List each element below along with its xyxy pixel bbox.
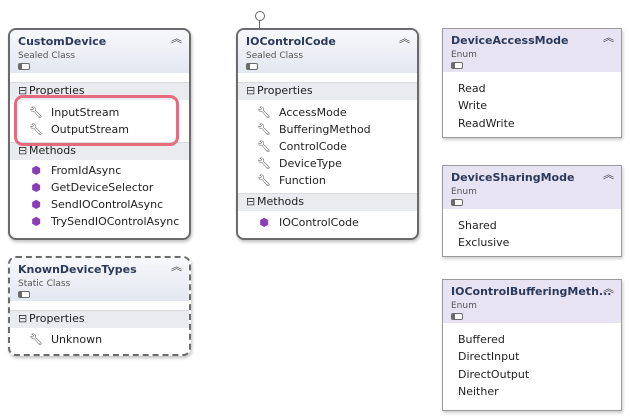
property-item[interactable]: 🔧︎ ControlCode [257,140,347,153]
property-item[interactable]: 🔧︎ Function [257,174,326,187]
enum-header[interactable]: IOControlBufferingMeth... Enum ︽ [443,280,621,323]
class-name: CustomDevice [18,35,107,48]
enum-header[interactable]: DeviceSharingMode Enum ︽ [443,166,621,209]
minus-box-icon[interactable]: ⊟ [246,84,255,97]
minus-box-icon[interactable]: ⊟ [246,195,255,208]
collapse-icon[interactable]: ︽ [171,33,182,45]
minus-box-icon[interactable]: ⊟ [18,312,27,325]
cube-icon: ⬢ [31,181,41,194]
property-item[interactable]: 🔧︎ DeviceType [257,157,342,170]
wrench-icon: 🔧︎ [257,157,271,170]
class-header[interactable]: IOControlCode Sealed Class ︽ [238,30,417,73]
collapse-icon[interactable]: ︽ [399,33,410,45]
method-item[interactable]: ⬢ TrySendIOControlAsync [29,215,179,228]
class-box-knowndevicetypes[interactable]: KnownDeviceTypes Static Class ︽ ⊟ Proper… [8,256,191,356]
wrench-icon: 🔧︎ [257,140,271,153]
interface-lollipop-icon [255,11,265,21]
enum-kind: Enum [451,50,477,60]
property-item[interactable]: 🔧︎ BufferingMethod [257,123,371,136]
section-properties[interactable]: ⊟ Properties [10,310,189,328]
enum-value[interactable]: Exclusive [458,236,509,249]
cube-icon: ⬢ [31,198,41,211]
class-box-iocontrolcode[interactable]: IOControlCode Sealed Class ︽ ⊟ Propertie… [236,28,419,240]
enum-value[interactable]: Write [458,99,487,112]
collapse-icon[interactable]: ︽ [603,283,614,295]
collapse-icon[interactable]: ︽ [171,261,182,273]
class-name: KnownDeviceTypes [18,263,137,276]
method-item[interactable]: ⬢ GetDeviceSelector [29,181,153,194]
enum-value[interactable]: ReadWrite [458,117,515,130]
method-item[interactable]: ⬢ SendIOControlAsync [29,198,163,211]
wrench-icon: 🔧︎ [257,106,271,119]
class-name: IOControlCode [246,35,336,48]
class-shape-icon [18,291,30,298]
enum-box-devicesharingmode[interactable]: DeviceSharingMode Enum ︽ Shared Exclusiv… [442,165,622,257]
enum-kind: Enum [451,301,477,311]
cube-icon: ⬢ [259,216,269,229]
cube-icon: ⬢ [31,215,41,228]
enum-value[interactable]: DirectOutput [458,368,529,381]
class-kind: Static Class [18,279,71,289]
enum-box-deviceaccessmode[interactable]: DeviceAccessMode Enum ︽ Read Write ReadW… [442,28,622,138]
enum-value[interactable]: Shared [458,219,497,232]
property-item[interactable]: 🔧︎ AccessMode [257,106,347,119]
collapse-icon[interactable]: ︽ [603,169,614,181]
collapse-icon[interactable]: ︽ [603,32,614,44]
class-header[interactable]: CustomDevice Sealed Class ︽ [10,30,189,73]
wrench-icon: 🔧︎ [257,123,271,136]
enum-box-iocontrolbufferingmethod[interactable]: IOControlBufferingMeth... Enum ︽ Buffere… [442,279,622,411]
class-header[interactable]: KnownDeviceTypes Static Class ︽ [10,258,189,301]
section-properties[interactable]: ⊟ Properties [238,82,417,100]
enum-header[interactable]: DeviceAccessMode Enum ︽ [443,29,621,72]
wrench-icon: 🔧︎ [257,174,271,187]
property-item[interactable]: 🔧︎ Unknown [29,333,102,346]
enum-value[interactable]: DirectInput [458,350,519,363]
enum-shape-icon [451,62,463,69]
section-label: Properties [29,312,85,325]
enum-value[interactable]: Read [458,82,486,95]
section-label: Methods [257,195,304,208]
class-shape-icon [18,63,30,70]
enum-name: DeviceAccessMode [451,34,569,47]
class-kind: Sealed Class [18,51,76,61]
class-kind: Sealed Class [246,51,304,61]
cube-icon: ⬢ [31,164,41,177]
enum-value[interactable]: Buffered [458,333,505,346]
class-shape-icon [246,63,258,70]
enum-value[interactable]: Neither [458,385,499,398]
method-item[interactable]: ⬢ IOControlCode [257,216,359,229]
section-methods[interactable]: ⊟ Methods [238,193,417,211]
enum-shape-icon [451,199,463,206]
highlight-annotation [14,95,179,146]
enum-name: IOControlBufferingMeth... [451,285,612,298]
enum-shape-icon [451,313,463,320]
enum-kind: Enum [451,187,477,197]
wrench-icon: 🔧︎ [29,333,43,346]
method-item[interactable]: ⬢ FromIdAsync [29,164,121,177]
enum-name: DeviceSharingMode [451,171,575,184]
section-label: Properties [257,84,313,97]
